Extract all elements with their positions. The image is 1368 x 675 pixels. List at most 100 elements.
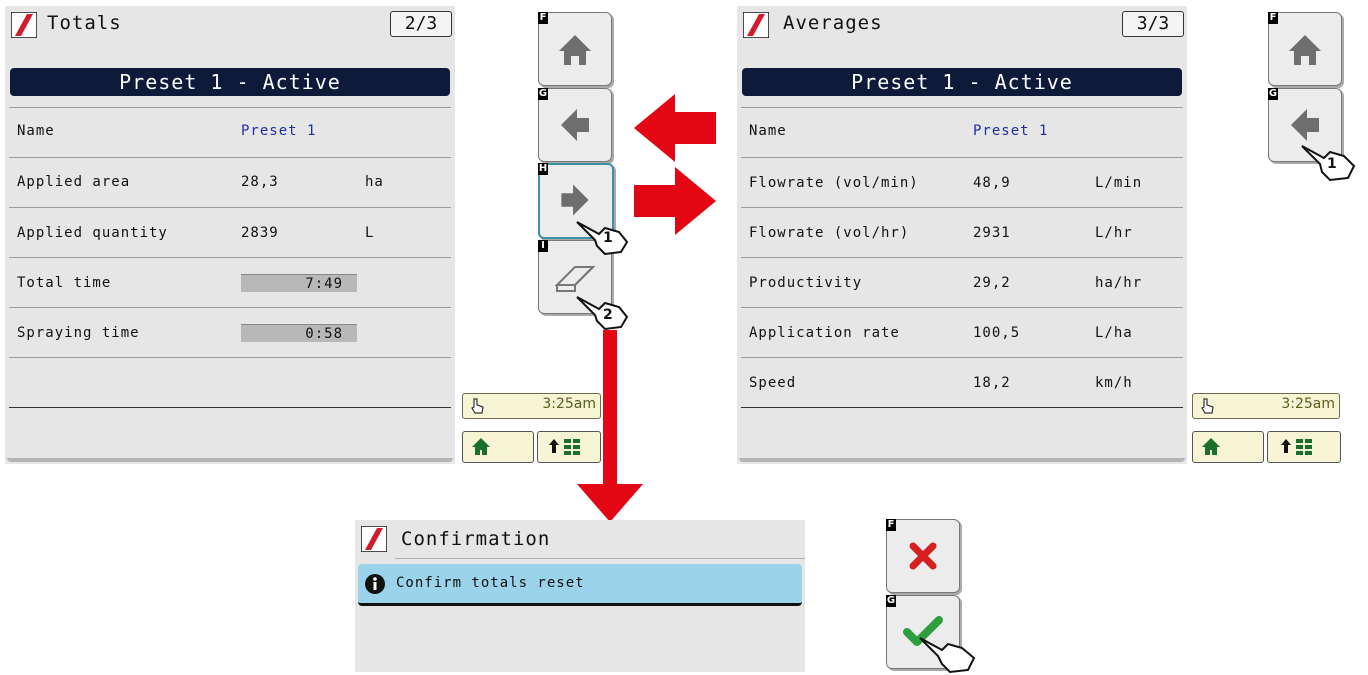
status-bar: 3:25am	[462, 393, 601, 419]
confirmation-screen: Confirmation Confirm totals reset	[355, 520, 805, 672]
totals-screen: Totals 2/3 Preset 1 - Active Name Preset…	[5, 6, 455, 464]
divider	[9, 257, 451, 258]
divider	[9, 357, 451, 358]
row-label-applied-quantity: Applied quantity	[17, 225, 168, 241]
averages-screen: Averages 3/3 Preset 1 - Active Name Pres…	[737, 6, 1187, 464]
row-value-name: Preset 1	[241, 123, 317, 139]
confirm-message: Confirm totals reset	[396, 575, 585, 591]
divider	[741, 307, 1183, 308]
key-label-g: G	[538, 88, 548, 100]
key-label-f: F	[886, 519, 896, 531]
row-value-flowrate-min: 48,9	[973, 175, 1011, 191]
upload-layout-button[interactable]	[537, 431, 601, 463]
divider	[9, 207, 451, 208]
row-unit-flowrate-hr: L/hr	[1095, 225, 1133, 241]
divider	[9, 157, 451, 158]
clock-time: 3:25am	[542, 396, 596, 412]
row-unit-productivity: ha/hr	[1095, 275, 1143, 291]
row-label-spraying-time: Spraying time	[17, 325, 140, 341]
clock-time: 3:25am	[1281, 396, 1335, 412]
row-unit-application-rate: L/ha	[1095, 325, 1133, 341]
row-unit-flowrate-min: L/min	[1095, 175, 1143, 191]
right-arrow	[634, 167, 716, 235]
divider	[741, 157, 1183, 158]
title-bar: Averages 3/3	[737, 6, 1187, 42]
brand-logo-icon	[361, 526, 387, 552]
row-value-flowrate-hr: 2931	[973, 225, 1011, 241]
row-unit-applied-area: ha	[365, 174, 384, 190]
divider	[741, 407, 1183, 408]
left-arrow	[634, 94, 716, 162]
row-label-application-rate: Application rate	[749, 325, 900, 341]
row-label-name: Name	[17, 123, 55, 139]
divider	[741, 107, 1183, 108]
key-label-h: H	[538, 163, 548, 175]
divider	[9, 407, 451, 408]
row-label-speed: Speed	[749, 375, 797, 391]
row-unit-speed: km/h	[1095, 375, 1133, 391]
upload-grid-icon	[549, 439, 580, 455]
divider	[741, 357, 1183, 358]
info-icon	[365, 574, 385, 594]
brand-logo-icon	[11, 12, 37, 38]
message-bar: Confirm totals reset	[358, 564, 802, 606]
row-value-applied-area: 28,3	[241, 174, 279, 190]
home-icon	[472, 438, 490, 455]
key-label-i: I	[538, 240, 548, 252]
key-label-g: G	[886, 595, 896, 607]
title-bar: Confirmation	[355, 520, 805, 556]
row-value-spraying-time: 0:58	[241, 324, 357, 342]
home-mini-button[interactable]	[462, 431, 534, 463]
status-bar: 3:25am	[1192, 393, 1340, 419]
arrow-left-icon	[561, 109, 589, 141]
screen-title: Totals	[47, 12, 122, 34]
key-label-f: F	[1268, 12, 1278, 24]
cancel-button[interactable]: F	[886, 519, 960, 593]
pointing-hand-icon	[919, 637, 976, 674]
callout-number-2: 2	[603, 307, 613, 323]
row-label-productivity: Productivity	[749, 275, 863, 291]
divider	[395, 558, 805, 559]
down-arrow-head	[577, 484, 643, 522]
home-icon	[1289, 35, 1321, 65]
panel-bottom-edge	[739, 458, 1185, 462]
callout-number-1: 1	[603, 230, 613, 246]
key-label-g: G	[1268, 88, 1278, 100]
callout-number-1: 1	[1327, 156, 1337, 172]
row-value-application-rate: 100,5	[973, 325, 1021, 341]
home-icon	[559, 35, 591, 65]
row-value-speed: 18,2	[973, 375, 1011, 391]
home-button[interactable]: F	[538, 12, 612, 86]
key-label-f: F	[538, 12, 548, 24]
hand-pointer-icon	[471, 398, 484, 414]
home-button[interactable]: F	[1268, 12, 1342, 86]
row-unit-applied-quantity: L	[365, 225, 375, 241]
down-arrow-shaft	[603, 330, 617, 485]
page-indicator: 2/3	[390, 11, 452, 37]
home-icon	[1202, 438, 1220, 455]
preset-banner: Preset 1 - Active	[10, 68, 450, 96]
row-label-applied-area: Applied area	[17, 174, 131, 190]
home-mini-button[interactable]	[1192, 431, 1264, 463]
divider	[9, 107, 451, 108]
row-value-productivity: 29,2	[973, 275, 1011, 291]
page-indicator: 3/3	[1122, 11, 1184, 37]
upload-grid-icon	[1281, 439, 1312, 455]
row-label-flowrate-hr: Flowrate (vol/hr)	[749, 225, 910, 241]
screen-title: Confirmation	[401, 528, 551, 550]
preset-banner: Preset 1 - Active	[742, 68, 1182, 96]
row-label-name: Name	[749, 123, 787, 139]
upload-layout-button[interactable]	[1267, 431, 1341, 463]
brand-logo-icon	[743, 12, 769, 38]
screen-title: Averages	[783, 12, 883, 34]
previous-page-button[interactable]: G	[538, 88, 612, 162]
divider	[9, 307, 451, 308]
title-bar: Totals 2/3	[5, 6, 455, 42]
divider	[741, 207, 1183, 208]
row-label-flowrate-min: Flowrate (vol/min)	[749, 175, 919, 191]
close-icon	[909, 542, 937, 570]
row-label-total-time: Total time	[17, 275, 112, 291]
panel-bottom-edge	[7, 458, 453, 462]
row-value-total-time: 7:49	[241, 274, 357, 292]
hand-pointer-icon	[1201, 398, 1214, 414]
